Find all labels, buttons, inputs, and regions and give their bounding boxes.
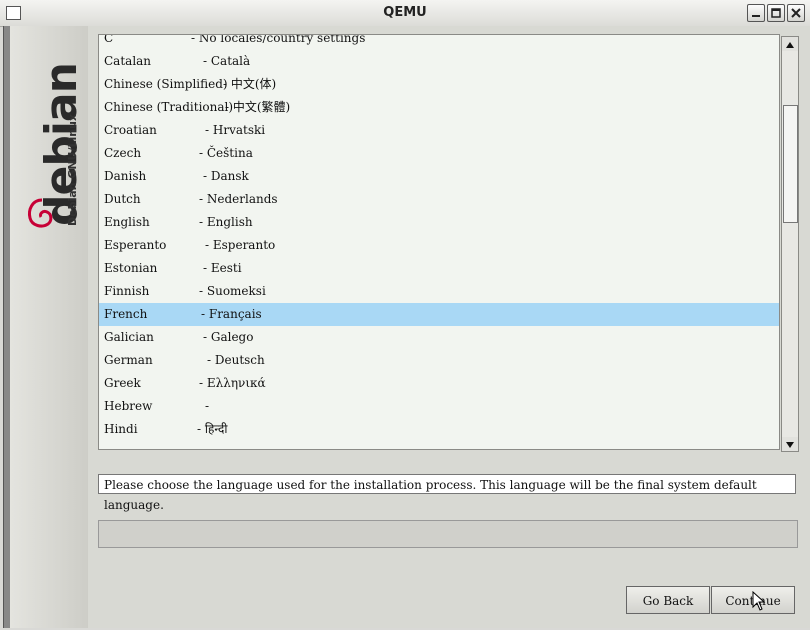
language-name: Czech [104, 146, 142, 160]
language-option[interactable]: German - Deutsch [99, 349, 779, 372]
language-name: Croatian [104, 123, 157, 137]
language-name: Greek [104, 376, 141, 390]
language-native-name: - English [199, 215, 253, 229]
language-option[interactable]: Galician - Galego [99, 326, 779, 349]
language-name: Hindi [104, 422, 138, 436]
language-option[interactable]: Croatian - Hrvatski [99, 119, 779, 142]
language-option[interactable]: Finnish - Suomeksi [99, 280, 779, 303]
language-name: French [104, 307, 148, 321]
language-option[interactable]: Esperanto - Esperanto [99, 234, 779, 257]
language-option[interactable]: Catalan - Català [99, 50, 779, 73]
minimize-icon[interactable] [747, 4, 765, 22]
language-option[interactable]: French - Français [99, 303, 779, 326]
maximize-icon[interactable] [767, 4, 785, 22]
language-option[interactable]: Greek - Ελληνικά [99, 372, 779, 395]
language-native-name: - Eesti [203, 261, 242, 275]
language-native-name: - Français [201, 307, 262, 321]
language-native-name: - Čeština [199, 146, 253, 160]
language-name: Dutch [104, 192, 141, 206]
language-native-name: - 中文(体) [223, 77, 277, 91]
language-name: Esperanto [104, 238, 167, 252]
window-title: QEMU [383, 5, 427, 20]
scroll-up-icon[interactable] [782, 37, 798, 51]
language-option[interactable]: Hindi - हिन्दी [99, 418, 779, 441]
language-name: Hebrew [104, 399, 153, 413]
language-native-name: - 中文(繁體) [225, 100, 291, 114]
language-native-name: - No locales/country settings [191, 34, 366, 45]
help-text: Please choose the language used for the … [98, 474, 796, 512]
logo-subtitle: Debian GNU/Linux [66, 113, 79, 226]
language-native-name: - Ελληνικά [199, 376, 266, 390]
language-native-name: - [205, 399, 210, 413]
scroll-down-icon[interactable] [782, 437, 798, 451]
language-name: C [104, 34, 114, 45]
language-native-name: - Suomeksi [199, 284, 266, 298]
language-option[interactable]: Estonian - Eesti [99, 257, 779, 280]
window-titlebar: QEMU [0, 0, 810, 27]
close-icon[interactable] [787, 4, 805, 22]
language-native-name: - Esperanto [205, 238, 276, 252]
language-name: Chinese (Simplified) [104, 77, 228, 91]
language-native-name: - Deutsch [207, 353, 265, 367]
language-name: English [104, 215, 150, 229]
language-option[interactable]: C - No locales/country settings [99, 34, 779, 50]
language-option[interactable]: Czech - Čeština [99, 142, 779, 165]
debian-swirl-icon [28, 198, 53, 228]
language-name: Estonian [104, 261, 158, 275]
language-name: Finnish [104, 284, 150, 298]
scrollbar-thumb[interactable] [783, 105, 798, 223]
mouse-cursor-icon [752, 591, 766, 611]
language-option[interactable]: English - English [99, 211, 779, 234]
language-native-name: - Nederlands [199, 192, 278, 206]
language-native-name: - Hrvatski [205, 123, 266, 137]
language-native-name: - हिन्दी [197, 422, 228, 436]
language-option[interactable]: Chinese (Traditional) - 中文(繁體) [99, 96, 779, 119]
language-option[interactable]: Hebrew - [99, 395, 779, 418]
language-native-name: - Català [203, 54, 251, 68]
go-back-button[interactable]: Go Back [626, 586, 710, 614]
language-name: German [104, 353, 153, 367]
language-native-name: - Galego [203, 330, 254, 344]
language-name: Chinese (Traditional) [104, 100, 234, 114]
list-scrollbar[interactable] [781, 36, 799, 452]
language-list[interactable]: C - No locales/country settings Catalan - C… [98, 34, 780, 450]
language-name: Galician [104, 330, 154, 344]
language-native-name: - Dansk [203, 169, 249, 183]
language-option[interactable]: Chinese (Simplified) - 中文(体) [99, 73, 779, 96]
language-name: Danish [104, 169, 147, 183]
language-option[interactable]: Dutch - Nederlands [99, 188, 779, 211]
language-name: Catalan [104, 54, 152, 68]
status-area [98, 520, 798, 548]
debian-logo-panel: debian Debian GNU/Linux [10, 26, 88, 628]
installer-screen: debian Debian GNU/Linux C - No locales/co… [3, 26, 810, 628]
language-option[interactable]: Danish - Dansk [99, 165, 779, 188]
